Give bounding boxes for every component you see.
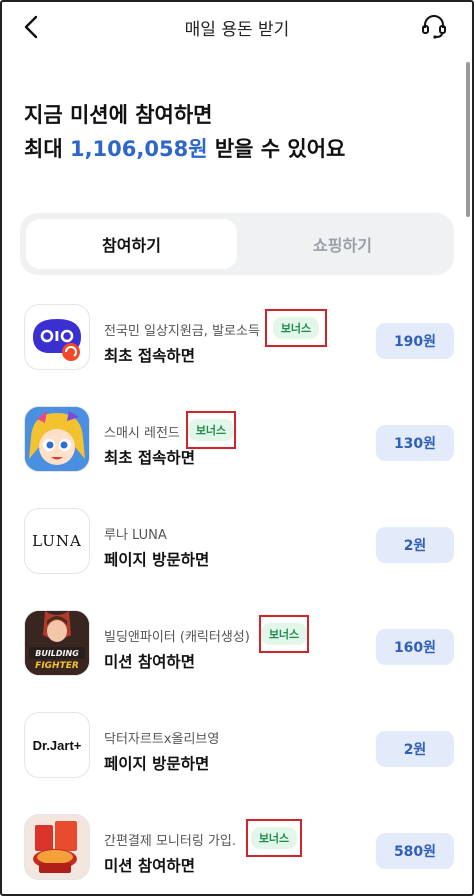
list-item[interactable]: 간편결제 모니터링 가입. 미션 참여하면 보너스 580원	[2, 814, 472, 886]
mission-title: 페이지 방문하면	[104, 755, 210, 773]
bonus-badge: 보너스	[187, 419, 235, 441]
mission-subtitle: 닥터자르트x올리브영	[104, 732, 220, 747]
payment-monitoring-app-icon	[24, 814, 90, 880]
mission-title: 최초 접속하면	[104, 347, 195, 365]
hero-text: 지금 미션에 참여하면 최대 1,106,058원 받을 수 있어요	[24, 98, 345, 166]
luna-logo-text: LUNA	[32, 532, 82, 550]
app-screen: 매일 용돈 받기 지금 미션에 참여하면 최대 1,106,058원 받을 수 …	[0, 0, 474, 896]
hero-line-2: 최대 1,106,058원 받을 수 있어요	[24, 132, 345, 166]
headset-icon	[422, 15, 446, 39]
svg-text:BUILDING: BUILDING	[35, 649, 79, 658]
mission-title: 페이지 방문하면	[104, 551, 210, 569]
mission-title: 미션 참여하면	[104, 857, 195, 875]
mission-title: 미션 참여하면	[104, 653, 195, 671]
svg-text:FIGHTER: FIGHTER	[35, 661, 79, 671]
page-title: 매일 용돈 받기	[184, 20, 290, 40]
list-item[interactable]: 전국민 일상지원금, 발로소득 최초 접속하면 보너스 190원	[2, 304, 472, 376]
bonus-badge: 보너스	[250, 827, 298, 849]
reward-button[interactable]: 130원	[376, 425, 454, 461]
reward-button[interactable]: 580원	[376, 833, 454, 869]
mission-subtitle: 빌딩앤파이터 (캐릭터생성)	[104, 630, 250, 645]
customer-support-button[interactable]	[418, 11, 450, 43]
bonus-badge: 보너스	[272, 317, 320, 339]
reward-button[interactable]: 160원	[376, 629, 454, 665]
bonus-highlight: 보너스	[246, 819, 302, 857]
mission-title: 최초 접속하면	[104, 449, 195, 467]
max-amount: 1,106,058원	[69, 137, 208, 161]
balo-app-icon	[24, 304, 90, 370]
tab-bar: 참여하기 쇼핑하기	[20, 213, 454, 275]
scrollbar[interactable]	[466, 62, 470, 217]
mission-subtitle: 전국민 일상지원금, 발로소득	[104, 324, 260, 339]
hero-suffix: 받을 수 있어요	[207, 137, 346, 161]
bonus-badge: 보너스	[260, 623, 308, 645]
building-fighter-app-icon: BUILDING FIGHTER	[24, 610, 90, 676]
list-item[interactable]: LUNA 루나 LUNA 페이지 방문하면 2원	[2, 508, 472, 580]
hero-line-1: 지금 미션에 참여하면	[24, 103, 213, 127]
header: 매일 용돈 받기	[2, 2, 472, 54]
reward-button[interactable]: 2원	[376, 527, 454, 563]
bonus-highlight: 보너스	[265, 309, 327, 347]
list-item[interactable]: BUILDING FIGHTER 빌딩앤파이터 (캐릭터생성) 미션 참여하면 …	[2, 610, 472, 682]
hero-prefix: 최대	[24, 137, 70, 161]
drjart-app-icon: Dr.Jart+	[24, 712, 90, 778]
mission-subtitle: 루나 LUNA	[104, 528, 167, 543]
drjart-logo-text: Dr.Jart+	[32, 737, 82, 753]
tab-shopping[interactable]: 쇼핑하기	[237, 219, 448, 269]
list-item[interactable]: Dr.Jart+ 닥터자르트x올리브영 페이지 방문하면 2원	[2, 712, 472, 784]
reward-button[interactable]: 190원	[376, 323, 454, 359]
mission-subtitle: 스매시 레전드	[104, 426, 180, 441]
list-item[interactable]: 스매시 레전드 최초 접속하면 보너스 130원	[2, 406, 472, 478]
bonus-highlight: 보너스	[259, 615, 309, 653]
tab-participate[interactable]: 참여하기	[26, 219, 237, 269]
mission-subtitle: 간편결제 모니터링 가입.	[104, 834, 236, 849]
luna-app-icon: LUNA	[24, 508, 90, 574]
smash-legends-app-icon	[24, 406, 90, 472]
bonus-highlight: 보너스	[186, 411, 236, 449]
reward-button[interactable]: 2원	[376, 731, 454, 767]
